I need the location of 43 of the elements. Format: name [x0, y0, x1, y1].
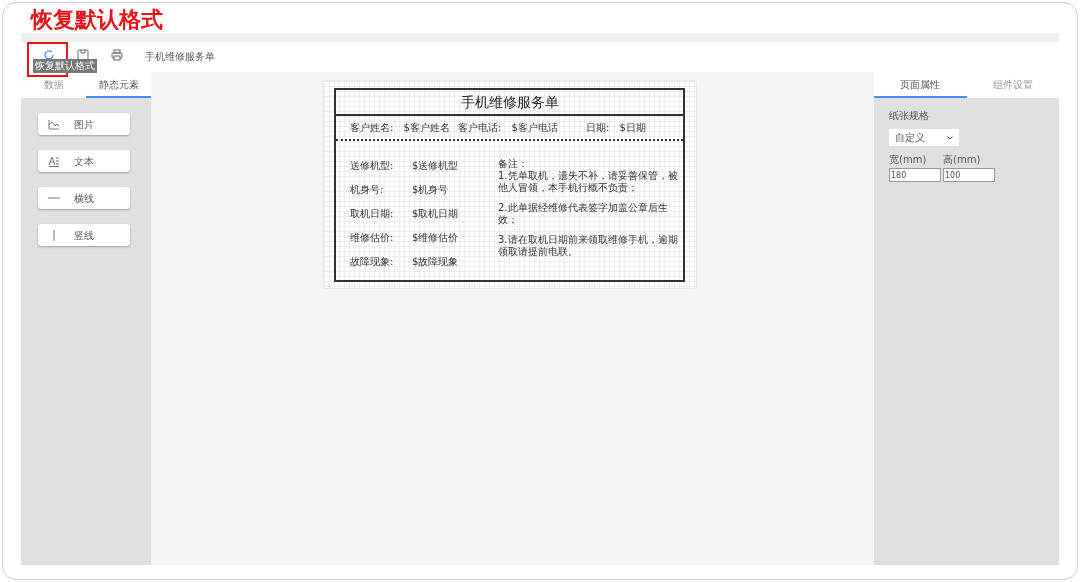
field-label: 客户电话: — [458, 121, 502, 135]
field-value: $取机日期 — [412, 207, 459, 221]
field-value: $客户电话 — [511, 121, 558, 135]
image-icon — [48, 118, 60, 130]
field-label: 机身号: — [350, 183, 385, 197]
field-value: $故障现象 — [412, 255, 459, 269]
field-value: $送修机型 — [412, 159, 459, 173]
field-value: $维修估价 — [412, 231, 459, 245]
element-button[interactable]: 竖线 — [38, 224, 130, 246]
element-button[interactable]: 图片 — [38, 113, 130, 135]
element-button[interactable]: 文本 — [38, 150, 130, 172]
field-value: $机身号 — [412, 183, 449, 197]
field-label: 故障现象: — [350, 255, 395, 269]
field-label: 维修估价: — [350, 231, 395, 245]
chevron-down-icon — [947, 135, 953, 140]
field-label: 日期: — [586, 121, 610, 135]
note-text: 2.此单据经维修代表签字加盖公章后生效； — [498, 202, 669, 226]
height-input[interactable]: 100 — [943, 168, 995, 182]
vertical-line-icon — [53, 229, 55, 241]
tab[interactable]: 页面属性 — [874, 72, 967, 98]
element-button[interactable]: 横线 — [38, 187, 130, 209]
note-text: 3.请在取机日期前来领取维修手机，逾期领取请提前电联。 — [498, 234, 679, 258]
field-value: $日期 — [619, 121, 646, 135]
save-icon[interactable] — [77, 49, 89, 61]
field-label: 宽(mm) — [889, 153, 928, 167]
field-label: 客户姓名: — [350, 121, 394, 135]
tooltip: 恢复默认格式 — [33, 59, 97, 73]
notes-title: 备注： — [498, 158, 529, 170]
field-label: 取机日期: — [350, 207, 395, 221]
print-icon[interactable] — [111, 49, 123, 61]
horizontal-line-icon — [48, 197, 60, 199]
field-value: $客户姓名 — [403, 121, 450, 135]
width-input[interactable]: 180 — [889, 168, 941, 182]
paper-size-select[interactable]: 自定义 — [889, 129, 959, 146]
note-text: 1.凭单取机，遗失不补，请妥善保管，被他人冒领，本手机行概不负责； — [498, 170, 679, 194]
form-title: 手机维修服务单 — [336, 90, 683, 116]
annotation-title: 恢复默认格式 — [31, 9, 163, 31]
text-icon — [48, 155, 60, 167]
field-label: 纸张规格 — [889, 109, 930, 123]
field-label: 送修机型: — [350, 159, 395, 173]
document-name: 手机维修服务单 — [145, 50, 215, 64]
field-label: 高(mm) — [943, 153, 982, 167]
refresh-icon[interactable] — [43, 49, 55, 61]
